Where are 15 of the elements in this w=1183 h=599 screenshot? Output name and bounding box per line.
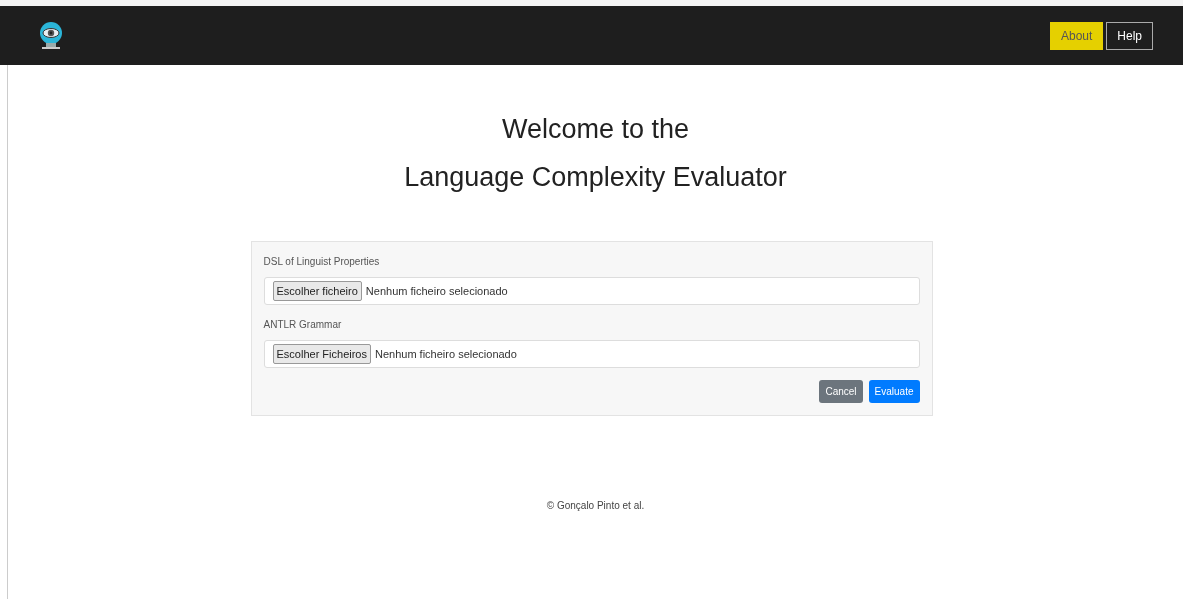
field-label: DSL of Linguist Properties (263, 255, 381, 269)
form-button[interactable]: Cancel (819, 380, 863, 403)
file-status: Nenhum ficheiro selecionado (365, 283, 508, 299)
footer-text: © Gonçalo Pinto et al. (546, 499, 645, 513)
field-label: ANTLR Grammar (263, 318, 343, 332)
file-status: Nenhum ficheiro selecionado (375, 346, 517, 362)
form-button[interactable]: Evaluate (868, 380, 920, 403)
page-title: Welcome to the Language Complexity Evaluator (404, 113, 787, 194)
file-input[interactable]: Escolher ficheiro Nenhum ficheiro selecionado (263, 277, 920, 305)
nav-link[interactable]: About (1049, 21, 1104, 50)
choose-file-button[interactable]: Escolher ficheiro (272, 280, 362, 302)
choose-file-button[interactable]: Escolher Ficheiros (272, 343, 371, 365)
logo-icon (38, 20, 64, 51)
nav-link[interactable]: Help (1106, 21, 1153, 50)
file-input[interactable]: Escolher Ficheiros Nenhum ficheiro selecionado (263, 340, 920, 368)
